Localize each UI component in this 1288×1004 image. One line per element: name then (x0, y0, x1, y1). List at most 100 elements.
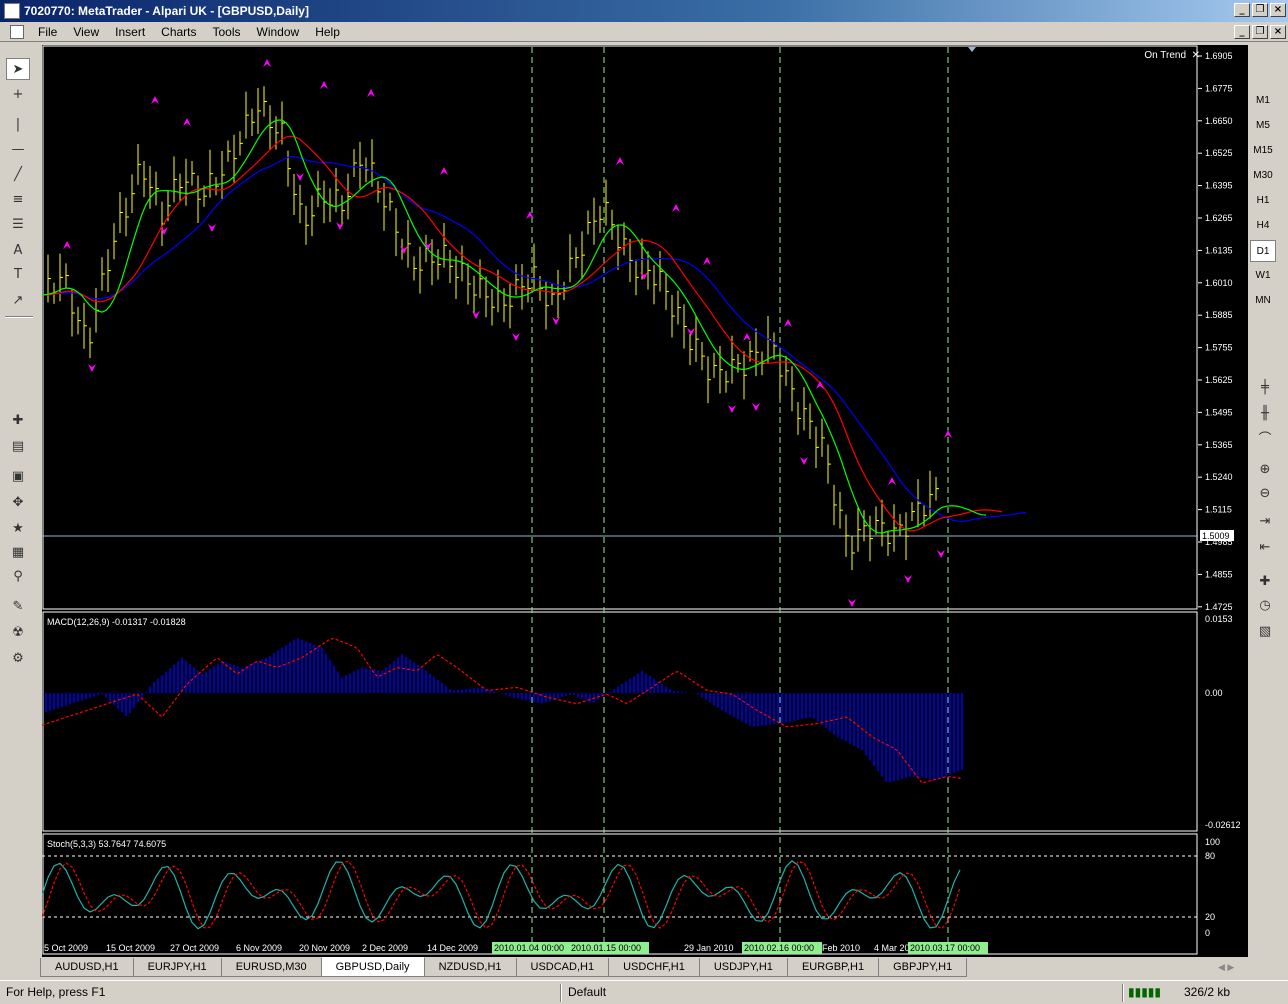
expert-advisors-icon[interactable]: ☢ (6, 622, 30, 644)
status-profile: Default (568, 985, 607, 999)
crosshair-icon[interactable]: + (6, 84, 30, 106)
text-label-icon[interactable]: T (6, 264, 30, 286)
tab-scroll-icon[interactable]: ◀ ▶ (1218, 962, 1276, 973)
tab-eurusd-m30[interactable]: EURUSD,M30 (220, 958, 322, 977)
close-button[interactable]: × (1270, 3, 1286, 17)
timeframe-mn[interactable]: MN (1250, 290, 1276, 312)
timeframe-m5[interactable]: M5 (1250, 115, 1276, 137)
menu-window[interactable]: Window (249, 25, 308, 39)
autotrading-icon[interactable]: ⚙ (6, 648, 30, 670)
tab-audusd-h1[interactable]: AUDUSD,H1 (40, 958, 134, 977)
tab-eurjpy-h1[interactable]: EURJPY,H1 (132, 958, 222, 977)
tab-eurgbp-h1[interactable]: EURGBP,H1 (786, 958, 880, 977)
menu-bar: File View Insert Charts Tools Window Help _ ❐ … (0, 22, 1288, 42)
fibonacci-icon[interactable]: ☰ (6, 214, 30, 236)
periodicity-icon[interactable]: ◷ (1252, 595, 1278, 617)
menu-help[interactable]: Help (307, 25, 348, 39)
menu-charts[interactable]: Charts (153, 25, 204, 39)
tab-nzdusd-h1[interactable]: NZDUSD,H1 (423, 958, 517, 977)
auto-scroll-icon[interactable]: ⇥ (1252, 511, 1278, 533)
down-arrow (904, 575, 912, 583)
date-label: 5 Oct 2009 (44, 943, 88, 953)
timeframe-m15[interactable]: M15 (1250, 140, 1276, 162)
mdi-close-button[interactable]: × (1270, 25, 1286, 39)
chart-shift-marker (968, 47, 976, 52)
timeframe-w1[interactable]: W1 (1250, 265, 1276, 287)
up-arrow (703, 257, 711, 265)
favorites-icon[interactable]: ★ (6, 518, 30, 540)
text-icon[interactable]: A (6, 240, 30, 262)
vline-label: 2010.01.15 00:00 (571, 943, 641, 953)
up-arrow (743, 333, 751, 341)
menu-view[interactable]: View (65, 25, 107, 39)
vline-label: 2010.02.16 00:00 (744, 943, 814, 953)
menu-tools[interactable]: Tools (205, 25, 249, 39)
mdi-minimize-button[interactable]: _ (1234, 25, 1250, 39)
status-bar: For Help, press F1 Default ▮▮▮▮▮ 326/2 k… (0, 980, 1288, 1004)
new-chart-icon[interactable]: ✚ (6, 410, 30, 432)
tab-gbpusd-daily[interactable]: GBPUSD,Daily (320, 957, 425, 977)
line-chart-icon[interactable]: ⌒ (1252, 429, 1278, 451)
timeframe-d1[interactable]: D1 (1250, 240, 1276, 262)
cursor-icon[interactable]: ➤ (6, 58, 30, 80)
trendline-icon[interactable]: ╱ (6, 164, 30, 186)
zoom-in-icon[interactable]: ⊕ (1252, 459, 1278, 481)
price-label: 1.5240 (1205, 472, 1233, 482)
minimize-button[interactable]: _ (1234, 3, 1250, 17)
price-label: 1.5755 (1205, 343, 1233, 353)
price-label: 1.6650 (1205, 116, 1233, 126)
tab-usdjpy-h1[interactable]: USDJPY,H1 (698, 958, 788, 977)
zoom-out-icon[interactable]: ⊖ (1252, 483, 1278, 505)
timeframe-m30[interactable]: M30 (1250, 165, 1276, 187)
equidistant-channel-icon[interactable]: ≡ (6, 189, 30, 211)
bar-chart-icon[interactable]: ╪ (1252, 377, 1278, 399)
fast-ma-line (42, 119, 987, 534)
tab-gbpjpy-h1[interactable]: GBPJPY,H1 (878, 958, 968, 977)
line-studies-toolbar: ➤ + | — ╱ ≡ ☰ A T ↗ ✚ ▤ ▣ ✥ ★ ▦ ⚲ ✎ ☢ ⚙ (2, 54, 36, 674)
new-order-icon[interactable]: ✎ (6, 596, 30, 618)
vertical-line-icon[interactable]: | (6, 114, 30, 136)
menu-file[interactable]: File (30, 25, 65, 39)
chart-window[interactable]: 1.6905 1.6775 1.6650 1.6525 1.6395 1.6265 1.61… (42, 45, 1248, 957)
menu-insert[interactable]: Insert (107, 25, 153, 39)
close-indicator-icon[interactable]: ✕ (1192, 50, 1200, 61)
restore-button[interactable]: ❐ (1252, 3, 1268, 17)
indicators-icon[interactable]: ✚ (1252, 571, 1278, 593)
up-arrow (816, 381, 824, 389)
navigator-icon[interactable]: ✥ (6, 492, 30, 514)
candlestick-icon[interactable]: ╫ (1252, 403, 1278, 425)
terminal-icon[interactable]: ▦ (6, 542, 30, 564)
price-label: 1.4725 (1205, 602, 1233, 612)
timeframe-h4[interactable]: H4 (1250, 215, 1276, 237)
chart-window-icon[interactable] (10, 25, 24, 39)
up-arrow (63, 241, 71, 249)
stoch-main-line (42, 860, 961, 930)
up-arrow (616, 157, 624, 165)
tester-icon[interactable]: ⚲ (6, 566, 30, 588)
price-label: 1.6135 (1205, 245, 1233, 255)
price-label: 1.5115 (1205, 505, 1232, 515)
tab-usdcad-h1[interactable]: USDCAD,H1 (515, 958, 610, 977)
stoch-axis-label: 20 (1205, 912, 1215, 922)
date-label: 2 Dec 2009 (362, 943, 408, 953)
down-arrow (552, 317, 560, 325)
down-arrow (512, 333, 520, 341)
macd-axis-label: -0.02612 (1205, 820, 1241, 830)
price-label: 1.5495 (1205, 407, 1233, 417)
down-arrow (640, 272, 648, 280)
horizontal-line-icon[interactable]: — (6, 139, 30, 161)
arrows-icon[interactable]: ↗ (6, 290, 30, 312)
chart-shift-icon[interactable]: ⇤ (1252, 537, 1278, 559)
down-arrow (88, 364, 96, 372)
window-title: 7020770: MetaTrader - Alpari UK - [GBPUS… (24, 4, 309, 18)
mdi-restore-button[interactable]: ❐ (1252, 25, 1268, 39)
up-arrow (320, 81, 328, 89)
market-watch-icon[interactable]: ▣ (6, 466, 30, 488)
templates-icon[interactable]: ▧ (1252, 621, 1278, 643)
chart-tabs: AUDUSD,H1 EURJPY,H1 EURUSD,M30 GBPUSD,Daily… (40, 957, 1246, 978)
timeframe-h1[interactable]: H1 (1250, 190, 1276, 212)
profiles-icon[interactable]: ▤ (6, 436, 30, 458)
timeframe-m1[interactable]: M1 (1250, 90, 1276, 112)
tab-usdchf-h1[interactable]: USDCHF,H1 (608, 958, 700, 977)
price-chart[interactable]: 1.6905 1.6775 1.6650 1.6525 1.6395 1.6265 1.61… (42, 45, 1248, 957)
